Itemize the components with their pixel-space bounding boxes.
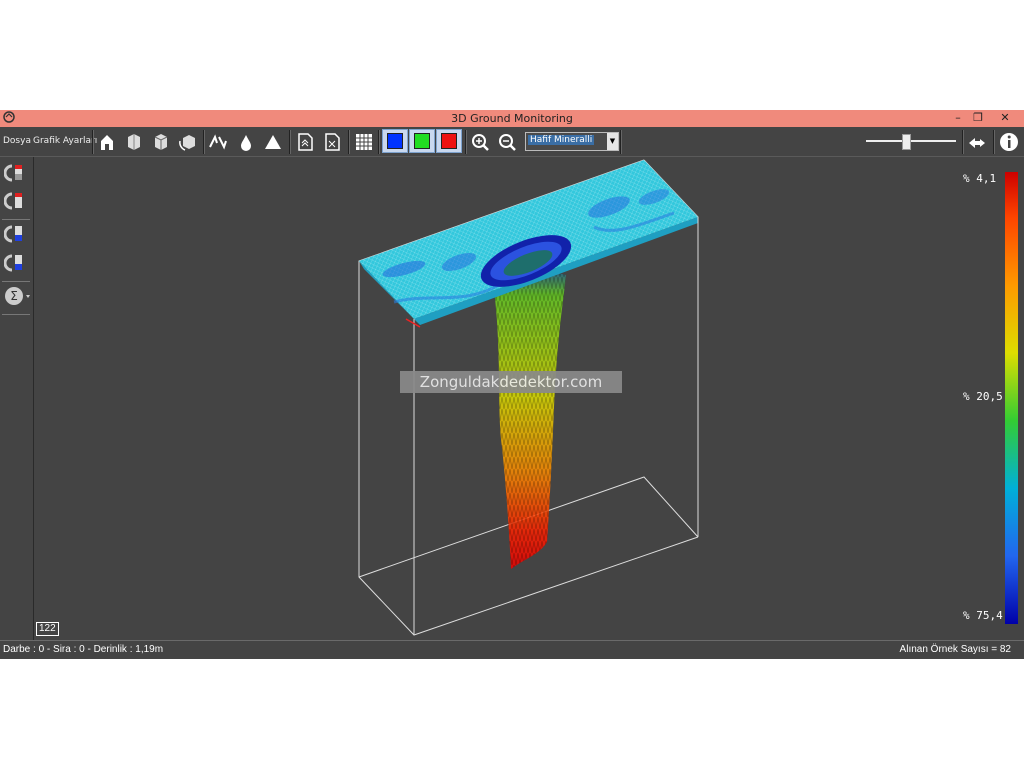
3d-scan-plot [358, 159, 699, 636]
menu-graph-settings[interactable]: Grafik Ayarları [33, 136, 97, 146]
slider-track[interactable] [866, 140, 956, 142]
color-green-icon [414, 133, 430, 149]
view-slider[interactable] [866, 133, 956, 150]
view-front-button[interactable] [123, 131, 145, 153]
triangle-icon [265, 135, 281, 149]
info-button[interactable] [998, 131, 1020, 153]
terrain-button[interactable] [262, 131, 284, 153]
toolbar-separator [92, 130, 94, 154]
toolbar-separator [348, 130, 350, 154]
frame-counter: 122 [36, 622, 59, 636]
watermark: Zonguldakdedektor.com [400, 371, 622, 393]
grid-button[interactable] [353, 131, 375, 153]
magnet-blue-button-2[interactable] [3, 252, 26, 274]
toolbar-separator [962, 130, 964, 154]
drop-icon [241, 135, 251, 151]
grid-icon [356, 134, 372, 150]
toolbar-separator [993, 130, 995, 154]
toolbar-separator [203, 130, 205, 154]
color-red-icon [441, 133, 457, 149]
magnet-red-button-2[interactable] [3, 190, 26, 212]
zoom-in-icon [472, 134, 489, 151]
home-icon [101, 135, 113, 150]
magnet-blue-icon [3, 225, 22, 243]
color-blue-icon [387, 133, 403, 149]
magnet-blue-icon [3, 254, 22, 272]
view-side-button[interactable] [150, 131, 172, 153]
left-tool-panel: Σ [0, 157, 34, 640]
cube-rotate-icon [179, 135, 195, 151]
toolbar: Dosya Grafik Ayarları Hafif Mineralli ▼ [0, 127, 1024, 157]
zoom-in-button[interactable] [469, 131, 491, 153]
transfer-icon [969, 138, 985, 148]
file-x-icon [325, 133, 340, 151]
status-sample-count: Alınan Örnek Sayısı = 82 [899, 644, 1011, 655]
view-rotate-button[interactable] [177, 131, 199, 153]
panel-separator [2, 219, 30, 220]
sum-icon: Σ [5, 287, 30, 305]
close-file-button[interactable] [321, 131, 343, 153]
mode-select-value: Hafif Mineralli [528, 135, 595, 145]
slider-thumb[interactable] [902, 134, 911, 150]
svg-text:Σ: Σ [10, 289, 18, 303]
app-window: 3D Ground Monitoring – ❐ ✕ Dosya Grafik … [0, 110, 1024, 659]
close-button[interactable]: ✕ [993, 110, 1017, 127]
status-left: Darbe : 0 - Sira : 0 - Derinlik : 1,19m [3, 644, 164, 655]
drop-button[interactable] [235, 131, 257, 153]
panel-separator [2, 281, 30, 282]
scale-label-bottom: % 75,4 [963, 609, 1003, 622]
toolbar-separator [378, 130, 380, 154]
chevron-down-icon[interactable]: ▼ [607, 133, 618, 150]
restore-button[interactable]: ❐ [966, 110, 990, 127]
cube-front-icon [128, 134, 140, 150]
info-icon [1000, 133, 1018, 151]
cube-side-icon [154, 134, 168, 150]
3d-viewport[interactable]: Zonguldakdedektor.com 122 % 4,1 % 20,5 %… [34, 157, 1024, 640]
menu-file[interactable]: Dosya [3, 136, 31, 146]
sum-button[interactable]: Σ [4, 285, 32, 307]
scale-label-top: % 4,1 [963, 172, 997, 185]
transfer-button[interactable] [966, 131, 988, 153]
toolbar-separator [620, 130, 622, 154]
magnet-red-icon [3, 192, 22, 210]
scale-label-middle: % 20,5 [963, 390, 1003, 403]
color-scale-bar [1005, 172, 1018, 624]
window-title: 3D Ground Monitoring [451, 112, 573, 125]
color-blue-button[interactable] [382, 129, 408, 153]
title-bar: 3D Ground Monitoring – ❐ ✕ [0, 110, 1024, 127]
zoom-out-button[interactable] [496, 131, 518, 153]
zoom-out-icon [499, 134, 516, 151]
magnet-red-icon [3, 164, 22, 182]
toolbar-separator [289, 130, 291, 154]
panel-separator [2, 314, 30, 315]
color-green-button[interactable] [409, 129, 435, 153]
open-file-button[interactable] [294, 131, 316, 153]
status-bar: Darbe : 0 - Sira : 0 - Derinlik : 1,19m … [0, 640, 1024, 659]
anomaly-funnel [489, 257, 566, 569]
rotate-button[interactable] [207, 131, 229, 153]
mode-select[interactable]: Hafif Mineralli ▼ [525, 132, 619, 151]
toolbar-separator [465, 130, 467, 154]
rotate-left-right-icon [209, 134, 227, 150]
home-button[interactable] [96, 131, 118, 153]
color-red-button[interactable] [436, 129, 462, 153]
magnet-blue-button-1[interactable] [3, 223, 26, 245]
magnet-red-button-1[interactable] [3, 162, 26, 184]
file-up-icon [298, 133, 313, 151]
